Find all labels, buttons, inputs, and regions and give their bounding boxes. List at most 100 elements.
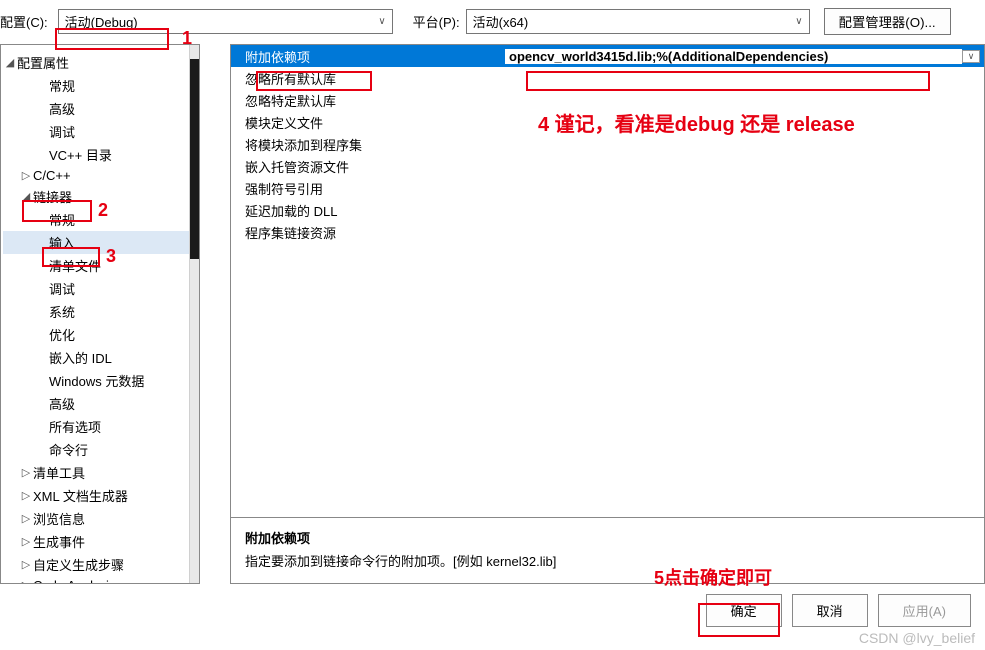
property-label: 忽略特定默认库 xyxy=(245,91,505,110)
property-label: 将模块添加到程序集 xyxy=(245,135,505,154)
tree-item[interactable]: 命令行 xyxy=(3,438,197,461)
config-manager-button[interactable]: 配置管理器(O)... xyxy=(824,8,951,35)
description-panel: 附加依赖项 指定要添加到链接命令行的附加项。[例如 kernel32.lib] xyxy=(230,518,985,584)
property-label: 模块定义文件 xyxy=(245,113,505,132)
platform-value: 活动(x64) xyxy=(473,12,529,31)
tree-item-label: 常规 xyxy=(49,210,75,229)
tree-item[interactable]: ▷浏览信息 xyxy=(3,507,197,530)
tree-item[interactable]: ▷C/C++ xyxy=(3,166,197,185)
main-content: ◢ 配置属性 常规高级调试VC++ 目录▷C/C++◢链接器常规输入清单文件调试… xyxy=(0,44,985,584)
ok-button[interactable]: 确定 xyxy=(706,594,782,627)
property-value: opencv_world3415d.lib;%(AdditionalDepend… xyxy=(505,49,962,64)
tree-item[interactable]: 嵌入的 IDL xyxy=(3,346,197,369)
scrollbar-track[interactable] xyxy=(189,45,199,583)
tree-item-label: 常规 xyxy=(49,76,75,95)
property-row[interactable]: 强制符号引用 xyxy=(231,177,984,199)
expand-icon: ▷ xyxy=(19,169,33,182)
tree-item[interactable]: Windows 元数据 xyxy=(3,369,197,392)
property-row[interactable]: 将模块添加到程序集 xyxy=(231,133,984,155)
tree-item-label: 高级 xyxy=(49,394,75,413)
property-label: 附加依赖项 xyxy=(245,47,505,66)
property-label: 程序集链接资源 xyxy=(245,223,505,242)
platform-label: 平台(P): xyxy=(413,12,460,31)
tree-item-label: 生成事件 xyxy=(33,532,85,551)
property-label: 嵌入托管资源文件 xyxy=(245,157,505,176)
tree-items: 常规高级调试VC++ 目录▷C/C++◢链接器常规输入清单文件调试系统优化嵌入的… xyxy=(3,74,197,584)
tree-item-label: Code Analysis xyxy=(33,578,115,584)
tree-item-label: 所有选项 xyxy=(49,417,101,436)
tree-root-label: 配置属性 xyxy=(17,53,69,72)
config-value: 活动(Debug) xyxy=(65,12,138,31)
property-row[interactable]: 嵌入托管资源文件 xyxy=(231,155,984,177)
tree-item-label: 清单文件 xyxy=(49,256,101,275)
expand-icon: ▷ xyxy=(19,489,33,502)
watermark: CSDN @lvy_belief xyxy=(859,630,975,646)
tree-item[interactable]: ▷生成事件 xyxy=(3,530,197,553)
tree-item-label: VC++ 目录 xyxy=(49,145,112,164)
tree-item[interactable]: ▷清单工具 xyxy=(3,461,197,484)
tree-item-label: 清单工具 xyxy=(33,463,85,482)
desc-text: 指定要添加到链接命令行的附加项。[例如 kernel32.lib] xyxy=(245,551,970,570)
tree-item[interactable]: 所有选项 xyxy=(3,415,197,438)
tree-item[interactable]: 调试 xyxy=(3,120,197,143)
property-row[interactable]: 忽略特定默认库 xyxy=(231,89,984,111)
bottom-buttons: 确定 取消 应用(A) xyxy=(0,584,985,627)
apply-button: 应用(A) xyxy=(878,594,971,627)
tree-item[interactable]: 调试 xyxy=(3,277,197,300)
scrollbar-thumb[interactable] xyxy=(190,59,199,259)
tree-item-label: 自定义生成步骤 xyxy=(33,555,124,574)
property-row[interactable]: 附加依赖项opencv_world3415d.lib;%(AdditionalD… xyxy=(231,45,984,67)
tree-item-label: XML 文档生成器 xyxy=(33,486,128,505)
chevron-down-icon: ∨ xyxy=(378,16,385,27)
tree-item-label: 调试 xyxy=(49,279,75,298)
tree-item[interactable]: 清单文件 xyxy=(3,254,197,277)
tree-item[interactable]: ◢链接器 xyxy=(3,185,197,208)
config-label: 配置(C): xyxy=(0,12,48,31)
tree-item-label: 调试 xyxy=(49,122,75,141)
tree-item-label: 高级 xyxy=(49,99,75,118)
property-label: 强制符号引用 xyxy=(245,179,505,198)
tree-item[interactable]: 常规 xyxy=(3,74,197,97)
tree-item-label: 命令行 xyxy=(49,440,88,459)
tree-item-label: 链接器 xyxy=(33,187,72,206)
tree-item[interactable]: 常规 xyxy=(3,208,197,231)
platform-dropdown[interactable]: 活动(x64) ∨ xyxy=(466,9,810,34)
tree-item-label: C/C++ xyxy=(33,168,71,183)
tree-item[interactable]: 高级 xyxy=(3,392,197,415)
property-row[interactable]: 模块定义文件 xyxy=(231,111,984,133)
tree-item[interactable]: ▷XML 文档生成器 xyxy=(3,484,197,507)
tree-item-label: Windows 元数据 xyxy=(49,371,144,390)
tree-item-label: 优化 xyxy=(49,325,75,344)
expand-icon: ▷ xyxy=(19,558,33,571)
tree-panel: ◢ 配置属性 常规高级调试VC++ 目录▷C/C++◢链接器常规输入清单文件调试… xyxy=(0,44,200,584)
chevron-down-icon: ∨ xyxy=(795,16,802,27)
property-row[interactable]: 延迟加载的 DLL xyxy=(231,199,984,221)
expand-icon: ▷ xyxy=(19,512,33,525)
collapse-icon: ◢ xyxy=(19,190,33,203)
tree-item[interactable]: VC++ 目录 xyxy=(3,143,197,166)
property-row[interactable]: 忽略所有默认库 xyxy=(231,67,984,89)
cancel-button[interactable]: 取消 xyxy=(792,594,868,627)
tree-item-label: 浏览信息 xyxy=(33,509,85,528)
tree-item[interactable]: 高级 xyxy=(3,97,197,120)
tree-item[interactable]: 输入 xyxy=(3,231,197,254)
config-dropdown[interactable]: 活动(Debug) ∨ xyxy=(58,9,393,34)
tree-item-label: 嵌入的 IDL xyxy=(49,348,112,367)
chevron-down-icon[interactable]: ∨ xyxy=(962,50,980,63)
expand-icon: ▷ xyxy=(19,466,33,479)
property-row[interactable]: 程序集链接资源 xyxy=(231,221,984,243)
collapse-icon: ◢ xyxy=(3,56,17,69)
tree-item[interactable]: ▷自定义生成步骤 xyxy=(3,553,197,576)
tree-item[interactable]: 系统 xyxy=(3,300,197,323)
property-label: 忽略所有默认库 xyxy=(245,69,505,88)
tree-root[interactable]: ◢ 配置属性 xyxy=(3,51,197,74)
desc-title: 附加依赖项 xyxy=(245,528,970,547)
property-label: 延迟加载的 DLL xyxy=(245,201,505,220)
property-list: 附加依赖项opencv_world3415d.lib;%(AdditionalD… xyxy=(230,44,985,518)
tree-item[interactable]: ▷Code Analysis xyxy=(3,576,197,584)
top-toolbar: 配置(C): 活动(Debug) ∨ 平台(P): 活动(x64) ∨ 配置管理… xyxy=(0,0,985,44)
tree-item[interactable]: 优化 xyxy=(3,323,197,346)
right-panel: 附加依赖项opencv_world3415d.lib;%(AdditionalD… xyxy=(200,44,985,584)
tree-item-label: 输入 xyxy=(49,233,75,252)
expand-icon: ▷ xyxy=(19,535,33,548)
